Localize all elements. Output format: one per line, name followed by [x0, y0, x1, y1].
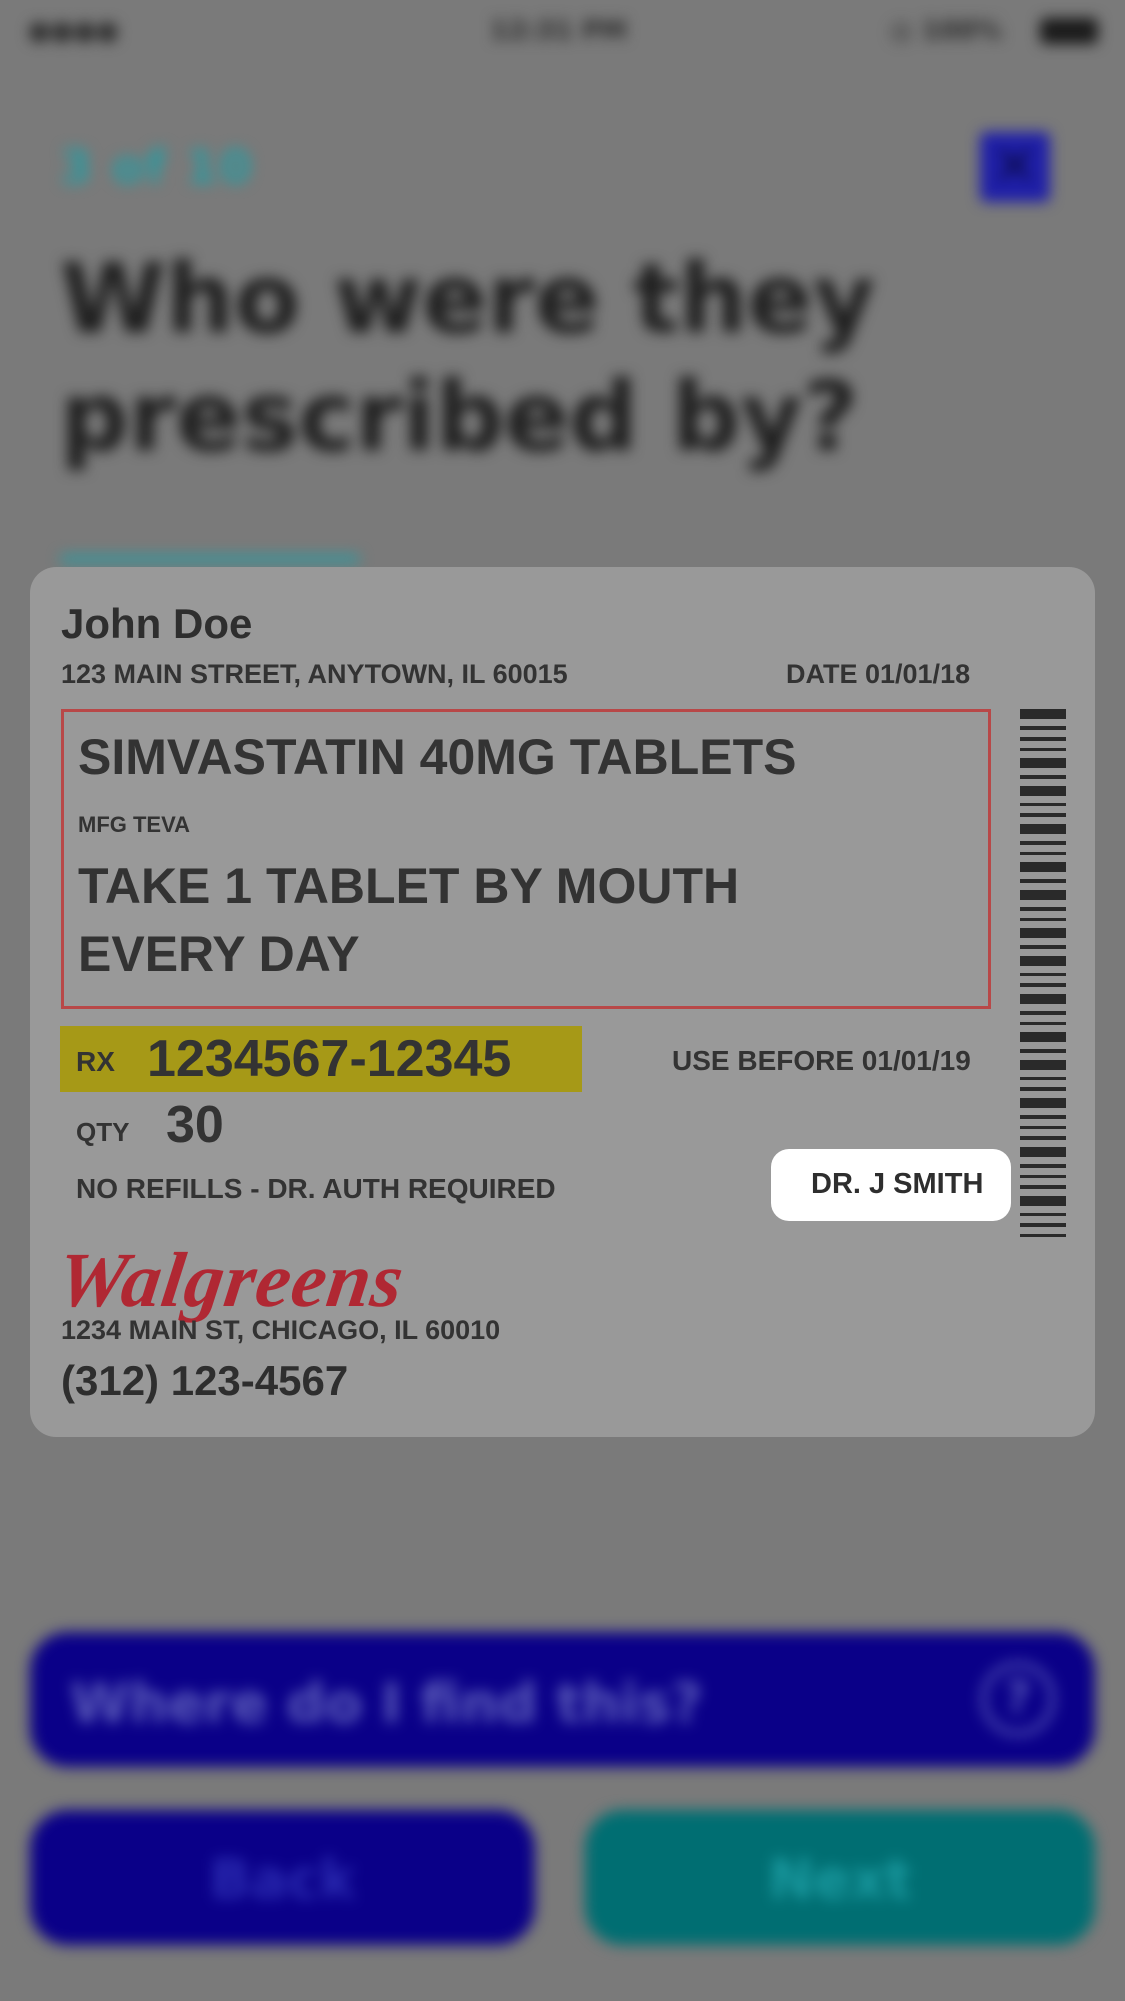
barcode-stripe [1020, 956, 1066, 966]
barcode-stripe [1020, 928, 1066, 938]
barcode-stripe [1020, 1087, 1066, 1091]
barcode-stripe [1020, 786, 1066, 796]
barcode-stripe [1020, 945, 1066, 949]
where-find-button[interactable]: Where do I find this? ? [30, 1632, 1095, 1767]
battery-icon [1040, 18, 1098, 44]
expiry-date: USE BEFORE 01/01/19 [672, 1045, 971, 1076]
barcode-stripe [1020, 1011, 1066, 1015]
prescription-label-card: John Doe 123 MAIN STREET, ANYTOWN, IL 60… [30, 567, 1095, 1437]
barcode-stripe [1020, 1223, 1066, 1227]
rx-number-highlight: RX 1234567-12345 [60, 1026, 582, 1092]
barcode-stripe [1020, 803, 1066, 806]
barcode-stripe [1020, 1234, 1066, 1237]
barcode-stripe [1020, 737, 1066, 741]
barcode-stripe [1020, 1022, 1066, 1025]
prescriber-name: DR. J SMITH [811, 1168, 984, 1200]
barcode-stripe [1020, 1098, 1066, 1108]
rx-number: 1234567-12345 [147, 1030, 512, 1088]
barcode-stripe [1020, 907, 1066, 911]
drug-name: SIMVASTATIN 40MG TABLETS [78, 729, 797, 785]
barcode-stripe [1020, 1115, 1066, 1119]
battery-text: ◎ 100% [890, 16, 1003, 46]
input-underline [60, 555, 360, 563]
patient-address: 123 MAIN STREET, ANYTOWN, IL 60015 [61, 659, 568, 689]
barcode-stripe [1020, 841, 1066, 845]
barcode-stripe [1020, 994, 1066, 1004]
barcode-stripe [1020, 1175, 1066, 1178]
barcode-stripe [1020, 1164, 1066, 1168]
barcode-stripe [1020, 709, 1066, 719]
barcode-stripe [1020, 775, 1066, 779]
barcode-stripe [1020, 1049, 1066, 1053]
barcode-stripe [1020, 813, 1066, 817]
barcode-stripe [1020, 824, 1066, 834]
fill-date: DATE 01/01/18 [786, 659, 971, 689]
back-label: Back [209, 1848, 356, 1911]
signal-indicator: ●●●● [28, 16, 119, 46]
barcode-icon [1020, 709, 1066, 1237]
back-button[interactable]: Back [30, 1810, 535, 1945]
manufacturer: MFG TEVA [78, 812, 191, 837]
barcode-stripe [1020, 852, 1066, 855]
barcode-stripe [1020, 879, 1066, 883]
prescriber-highlight: DR. J SMITH [771, 1149, 1011, 1221]
refills-info: NO REFILLS - DR. AUTH REQUIRED [76, 1173, 556, 1204]
next-button[interactable]: Next [585, 1810, 1095, 1945]
rx-prefix: RX [76, 1046, 115, 1077]
clock: 12:31 PM [490, 16, 627, 46]
next-label: Next [768, 1848, 912, 1911]
barcode-stripe [1020, 1196, 1066, 1206]
barcode-stripe [1020, 1077, 1066, 1080]
barcode-stripe [1020, 1032, 1066, 1042]
barcode-stripe [1020, 1136, 1066, 1140]
barcode-stripe [1020, 983, 1066, 987]
barcode-stripe [1020, 1185, 1066, 1189]
walgreens-logo: Walgreens [51, 1236, 410, 1323]
barcode-stripe [1020, 748, 1066, 751]
pharmacy-address: 1234 MAIN ST, CHICAGO, IL 60010 [61, 1315, 501, 1345]
close-button[interactable]: ✕ [980, 132, 1050, 202]
quantity-value: 30 [166, 1096, 224, 1154]
barcode-stripe [1020, 1126, 1066, 1129]
pharmacy-phone: (312) 123-4567 [61, 1357, 349, 1404]
quantity-label: QTY [76, 1117, 130, 1147]
where-find-label: Where do I find this? [70, 1672, 703, 1735]
barcode-stripe [1020, 862, 1066, 872]
barcode-stripe [1020, 726, 1066, 730]
barcode-stripe [1020, 758, 1066, 768]
barcode-stripe [1020, 1147, 1066, 1157]
step-indicator: 3 of 10 [60, 140, 254, 194]
barcode-stripe [1020, 890, 1066, 900]
close-icon: ✕ [991, 134, 1039, 199]
barcode-stripe [1020, 918, 1066, 921]
barcode-stripe [1020, 973, 1066, 976]
help-icon: ? [981, 1662, 1055, 1736]
dosage-directions: TAKE 1 TABLET BY MOUTH EVERY DAY [78, 858, 740, 982]
barcode-stripe [1020, 1213, 1066, 1216]
status-bar: ●●●● 12:31 PM ◎ 100% [0, 0, 1125, 60]
question-title: Who were they prescribed by? [60, 243, 876, 473]
drug-info-box: SIMVASTATIN 40MG TABLETS MFG TEVA TAKE 1… [61, 709, 991, 1009]
barcode-stripe [1020, 1060, 1066, 1070]
patient-name: John Doe [61, 600, 253, 647]
